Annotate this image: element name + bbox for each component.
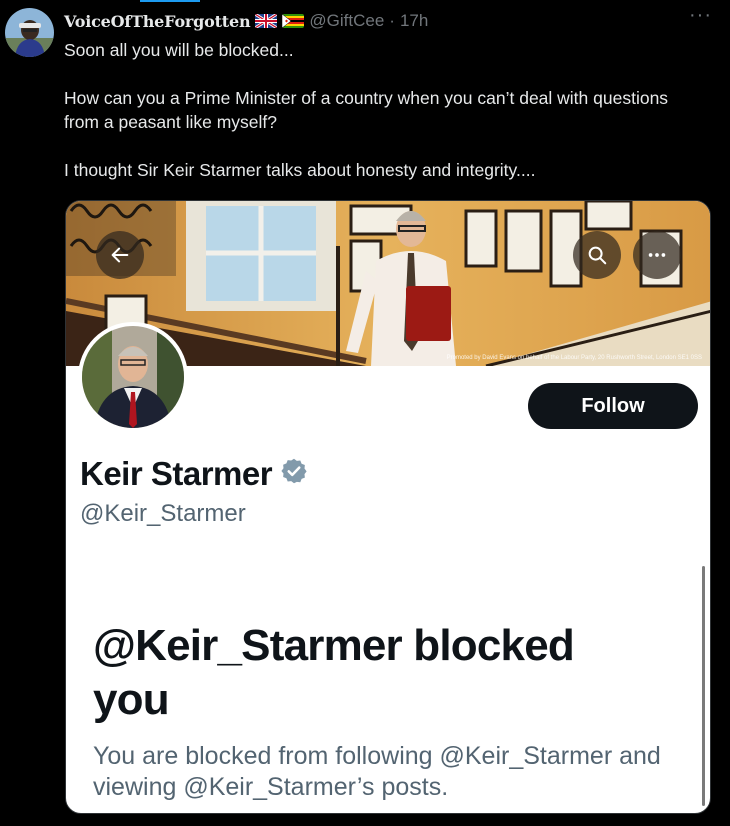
tweet-text: Soon all you will be blocked... How can … (64, 38, 684, 182)
tweet-timestamp[interactable]: 17h (400, 11, 428, 31)
profile-avatar[interactable] (78, 322, 188, 432)
tweet-header: VoiceOfTheForgotten @GiftCee · 17h (64, 10, 428, 32)
blocked-description: You are blocked from following @Keir_Sta… (93, 742, 661, 801)
profile-name-row: Keir Starmer (80, 455, 308, 493)
zimbabwe-flag-icon (282, 14, 305, 28)
verified-badge-icon (280, 455, 308, 493)
follow-button[interactable]: Follow (528, 383, 698, 429)
blocked-title: @Keir_Starmer blocked you (93, 621, 575, 724)
embedded-image-card[interactable]: Promoted by David Evans on behalf of the… (65, 200, 711, 814)
search-icon[interactable] (573, 231, 621, 279)
separator-dot: · (389, 11, 395, 30)
back-arrow-icon[interactable] (96, 231, 144, 279)
promo-disclaimer: Promoted by David Evans on behalf of the… (446, 355, 702, 361)
author-name[interactable]: VoiceOfTheForgotten (64, 12, 251, 31)
top-accent-line (140, 0, 200, 2)
author-avatar[interactable] (5, 8, 54, 57)
uk-flag-icon (255, 14, 278, 28)
more-icon[interactable] (633, 231, 681, 279)
profile-handle: @Keir_Starmer (80, 500, 246, 527)
scrollbar[interactable] (702, 566, 705, 806)
tweet-line: How can you a Prime Minister of a countr… (64, 88, 669, 132)
tweet-line: I thought Sir Keir Starmer talks about h… (64, 160, 536, 180)
tweet-line: Soon all you will be blocked... (64, 40, 294, 60)
more-options-icon[interactable]: ··· (689, 4, 712, 27)
author-handle[interactable]: @GiftCee (309, 11, 384, 31)
profile-name: Keir Starmer (80, 455, 273, 492)
